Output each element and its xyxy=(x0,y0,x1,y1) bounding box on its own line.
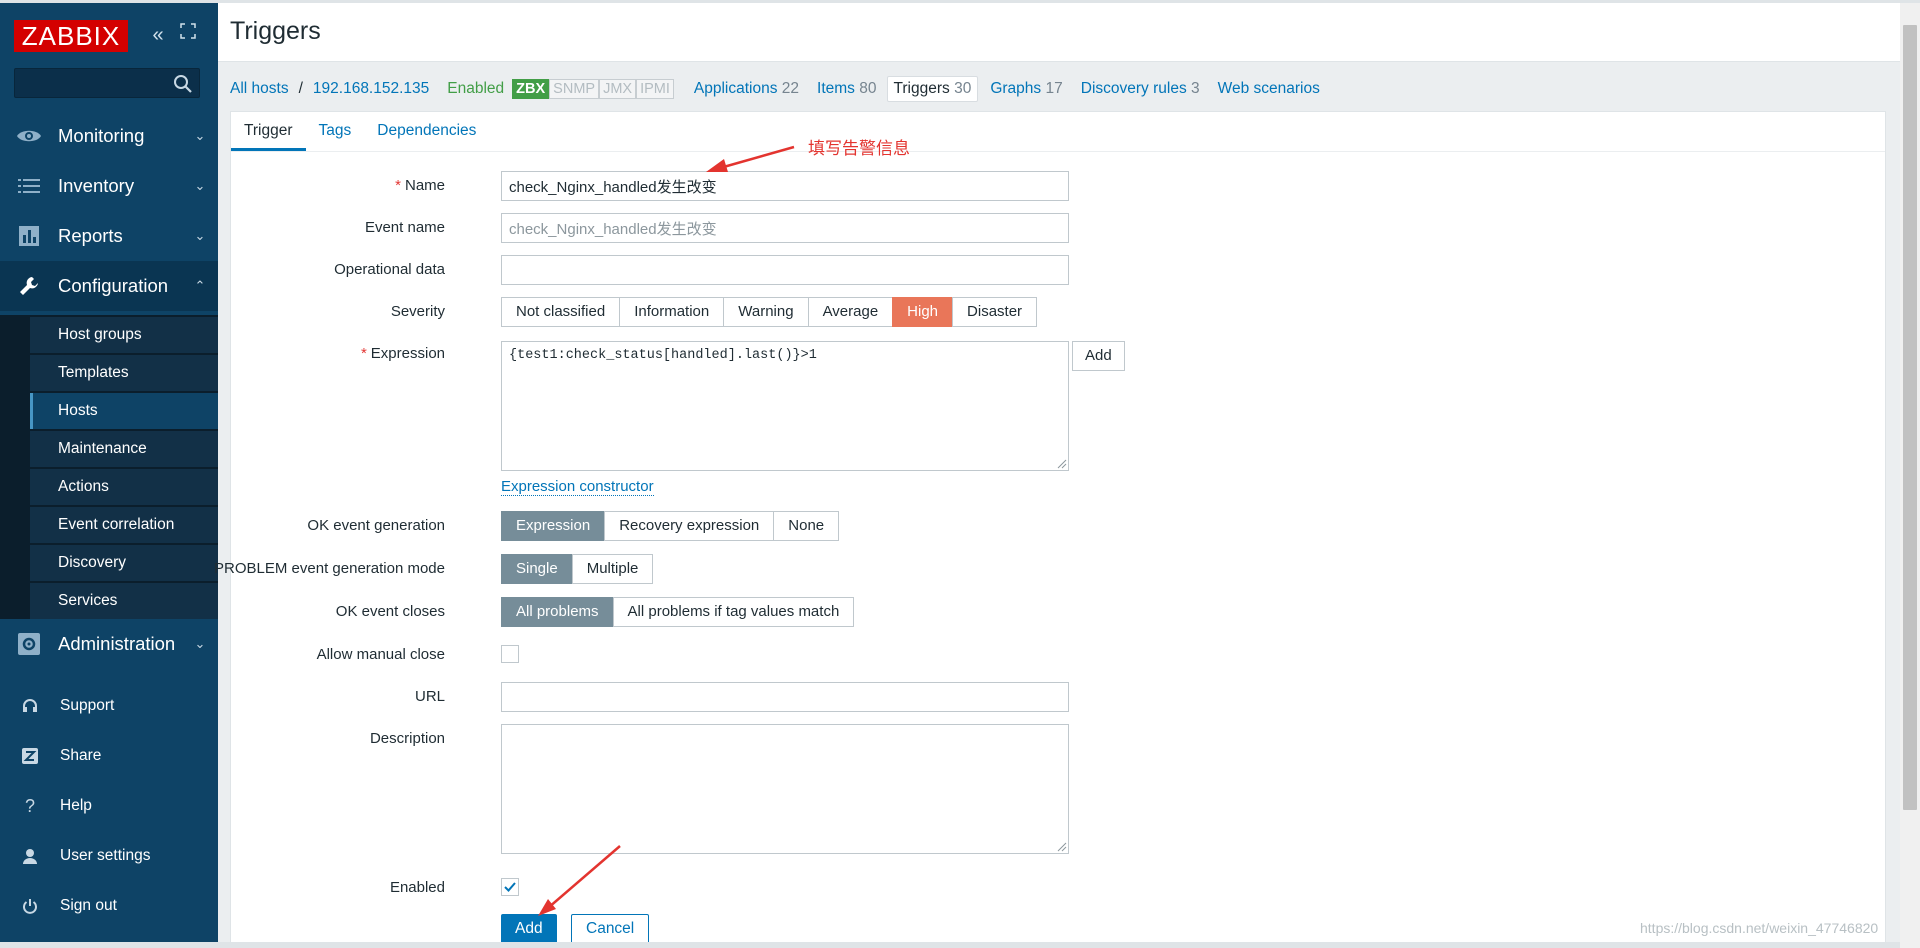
bottom-border xyxy=(0,942,1900,948)
annotation-arrows xyxy=(538,145,795,916)
scrollbar-thumb[interactable] xyxy=(1903,25,1917,810)
annotation-note: 填写告警信息 xyxy=(808,139,910,158)
watermark: https://blog.csdn.net/weixin_47746820 xyxy=(1640,920,1879,936)
